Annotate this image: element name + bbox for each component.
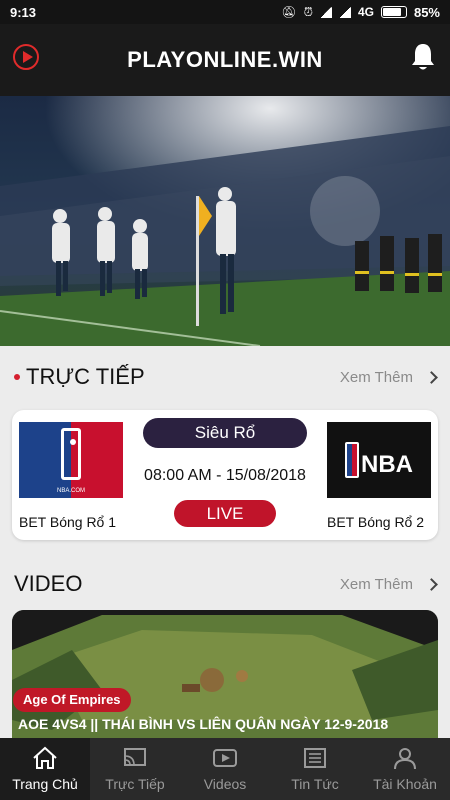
video-category-tag[interactable]: Age Of Empires: [13, 688, 131, 712]
battery-level: 85%: [413, 4, 440, 20]
nav-label-news: Tin Tức: [291, 776, 339, 792]
team-left-name: BET Bóng Rổ 1: [19, 514, 117, 530]
status-bar: 9:13 🔕︎ ⏰︎ 4G 85%: [0, 0, 450, 24]
chevron-right-icon[interactable]: [425, 370, 438, 384]
live-see-more-link[interactable]: Xem Thêm: [340, 369, 413, 386]
video-section-header: VIDEO Xem Thêm: [0, 564, 450, 604]
nav-item-account[interactable]: Tài Khoản: [360, 738, 450, 800]
team-right[interactable]: NBA BET Bóng Rổ 2: [327, 422, 431, 530]
network-type: 4G: [357, 5, 374, 19]
alarm-icon: ⏰︎: [303, 4, 313, 19]
bell-icon[interactable]: [410, 42, 436, 72]
bottom-nav: Trang Chủ Trực Tiếp Videos Tin Tức Tài K…: [0, 738, 450, 800]
play-logo-icon[interactable]: [13, 44, 39, 70]
match-time: 08:00 AM - 15/08/2018: [144, 467, 306, 484]
status-time: 9:13: [10, 4, 37, 20]
live-section-header: TRỰC TIẾP Xem Thêm: [0, 357, 450, 397]
nav-label-live: Trực Tiếp: [105, 776, 165, 792]
nav-item-live[interactable]: Trực Tiếp: [90, 738, 180, 800]
video-title[interactable]: AOE 4VS4 || THÁI BÌNH VS LIÊN QUÂN NGÀY …: [18, 716, 438, 732]
nba-logo-caption: NBA.COM: [57, 488, 85, 494]
nav-label-videos: Videos: [203, 776, 247, 792]
match-card[interactable]: NBA.COM BET Bóng Rổ 1 Siêu Rổ 08:00 AM -…: [12, 410, 438, 540]
stadium-banner-image: [0, 96, 450, 346]
cast-icon: [124, 748, 146, 766]
league-badge: Siêu Rổ: [143, 418, 307, 448]
app-title: PLAYONLINE.WIN: [127, 47, 323, 72]
chevron-right-icon[interactable]: [425, 577, 438, 591]
video-play-icon: [213, 749, 237, 767]
nba-logo-text: NBA: [361, 451, 413, 478]
newspaper-icon: [304, 748, 326, 768]
nav-label-account: Tài Khoản: [373, 776, 437, 792]
nba-logo-left: NBA.COM: [19, 422, 123, 498]
user-icon: [394, 748, 416, 770]
nav-label-home: Trang Chủ: [12, 776, 78, 792]
live-indicator-dot: [14, 374, 20, 380]
status-icons: 🔕︎ ⏰︎ 4G 85%: [281, 5, 440, 20]
home-icon: [33, 746, 57, 769]
team-left[interactable]: NBA.COM BET Bóng Rổ 1: [19, 422, 123, 530]
video-see-more-link[interactable]: Xem Thêm: [340, 576, 413, 593]
live-badge[interactable]: LIVE: [174, 500, 276, 527]
battery-icon: [380, 6, 407, 18]
nav-item-home[interactable]: Trang Chủ: [0, 738, 90, 800]
app-header: PLAYONLINE.WIN: [0, 24, 450, 96]
nba-logo-right: NBA: [327, 422, 431, 498]
nav-item-news[interactable]: Tin Tức: [270, 738, 360, 800]
mute-icon: 🔕︎: [281, 5, 297, 19]
signal-icon: [319, 6, 332, 18]
hero-banner[interactable]: [0, 96, 450, 346]
team-right-name: BET Bóng Rổ 2: [327, 514, 425, 530]
signal-icon-2: [338, 6, 351, 18]
live-section-title: TRỰC TIẾP: [26, 364, 145, 389]
video-section-title: VIDEO: [14, 571, 83, 596]
nav-item-videos[interactable]: Videos: [180, 738, 270, 800]
